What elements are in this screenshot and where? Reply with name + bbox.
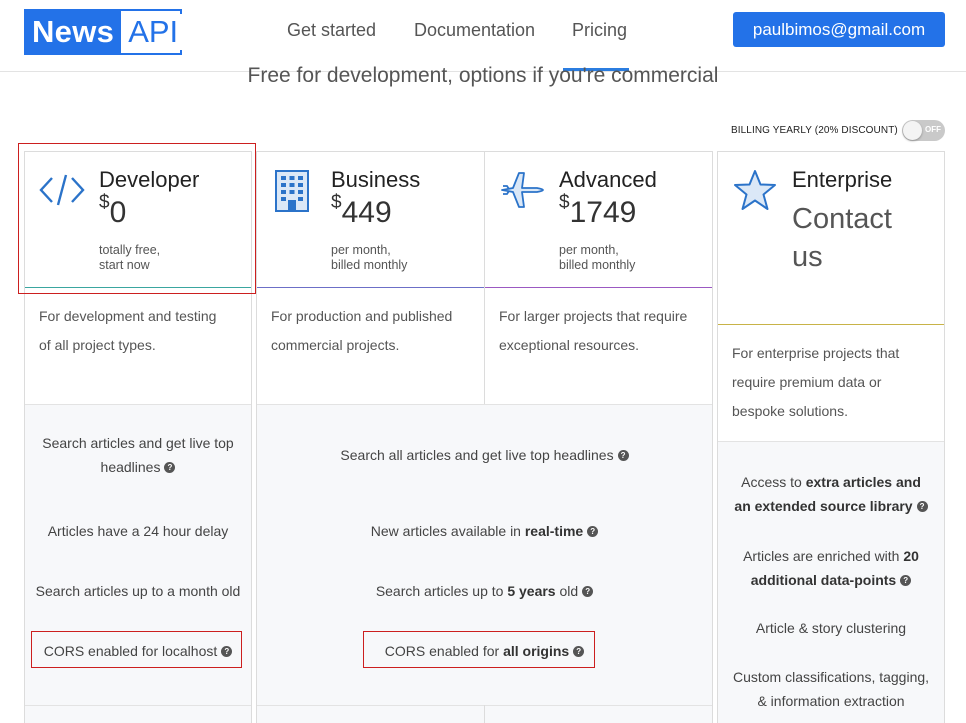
feature-item: New articles available in real-time? bbox=[257, 519, 712, 543]
column-divider bbox=[484, 152, 485, 404]
plan-description: For larger projects that require exceptio… bbox=[499, 308, 688, 353]
plan-card-enterprise: Enterprise Contact us For enterprise proj… bbox=[717, 151, 945, 723]
star-icon bbox=[734, 170, 776, 210]
plan-note: per month, billed monthly bbox=[559, 243, 636, 272]
nav-documentation[interactable]: Documentation bbox=[414, 20, 535, 41]
highlight-box-cors-all-origins bbox=[363, 631, 595, 668]
account-button[interactable]: paulbimos@gmail.com bbox=[733, 12, 945, 47]
feature-item: Search articles and get live top headlin… bbox=[42, 435, 234, 475]
feature-list: Search articles and get live top headlin… bbox=[25, 404, 251, 723]
feature-item: Search articles up to 5 years old? bbox=[257, 579, 712, 603]
plan-description: For production and published commercial p… bbox=[271, 308, 453, 353]
pricing-subtitle: Free for development, options if you're … bbox=[247, 64, 719, 87]
plan-price: $449 bbox=[331, 192, 392, 229]
help-icon[interactable]: ? bbox=[900, 575, 912, 586]
plan-note: per month, billed monthly bbox=[331, 243, 408, 272]
plan-accent-line bbox=[257, 287, 484, 288]
building-icon bbox=[275, 170, 309, 212]
billing-yearly-label: BILLING YEARLY (20% DISCOUNT) bbox=[731, 125, 898, 136]
highlight-box-developer-header bbox=[18, 143, 256, 294]
newsapi-logo[interactable]: News API bbox=[24, 9, 183, 55]
plan-name: Advanced bbox=[559, 167, 657, 192]
help-icon[interactable]: ? bbox=[164, 462, 176, 473]
plan-description: For enterprise projects that require prem… bbox=[732, 345, 900, 419]
feature-item: Access to extra articles and an extended… bbox=[718, 470, 944, 518]
top-navbar: News API Get started Documentation Prici… bbox=[0, 0, 966, 72]
toggle-state: OFF bbox=[925, 125, 941, 134]
plan-name: Enterprise bbox=[792, 167, 893, 192]
feature-item: Custom classifications, tagging, & infor… bbox=[732, 669, 930, 709]
feature-list: Access to extra articles and an extended… bbox=[718, 441, 944, 723]
plan-contact: Contact us bbox=[792, 203, 892, 273]
divider bbox=[25, 705, 251, 706]
plan-description: For development and testing of all projec… bbox=[39, 308, 217, 353]
help-icon[interactable]: ? bbox=[582, 586, 594, 597]
feature-list: Search all articles and get live top hea… bbox=[257, 404, 712, 723]
help-icon[interactable]: ? bbox=[916, 501, 928, 512]
plan-accent-line bbox=[485, 287, 712, 288]
nav-get-started[interactable]: Get started bbox=[287, 20, 376, 41]
feature-item: Articles are enriched with 20 additional… bbox=[743, 548, 919, 588]
billing-toggle[interactable]: OFF bbox=[902, 120, 945, 141]
column-divider bbox=[484, 705, 485, 723]
feature-item: Articles have a 24 hour delay bbox=[47, 523, 229, 539]
feature-item: Search articles up to a month old bbox=[35, 583, 241, 599]
feature-item: Search all articles and get live top hea… bbox=[257, 443, 712, 467]
nav-pricing[interactable]: Pricing bbox=[572, 20, 627, 41]
logo-news-text: News bbox=[26, 11, 122, 53]
feature-item: Article & story clustering bbox=[755, 620, 907, 636]
help-icon[interactable]: ? bbox=[617, 450, 629, 461]
toggle-knob bbox=[903, 121, 922, 140]
plan-price: $1749 bbox=[559, 192, 637, 229]
airplane-icon bbox=[501, 172, 544, 208]
logo-api-text: API bbox=[124, 14, 183, 50]
help-icon[interactable]: ? bbox=[587, 526, 599, 537]
plan-accent-line bbox=[718, 324, 944, 325]
highlight-box-cors-localhost bbox=[31, 631, 242, 668]
plan-name: Business bbox=[331, 167, 421, 192]
